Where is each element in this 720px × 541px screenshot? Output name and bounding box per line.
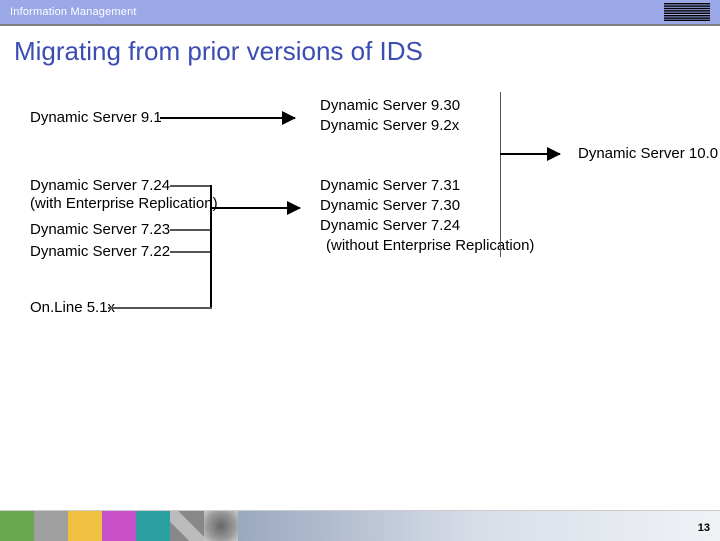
connector-left-vertical xyxy=(210,185,212,309)
migration-diagram: Dynamic Server 9.1 Dynamic Server 7.24 (… xyxy=(0,67,720,467)
stub-left-724 xyxy=(170,185,210,187)
label-mid-5: Dynamic Server 7.24 xyxy=(320,217,460,235)
arrow-leftgroup-to-mid xyxy=(210,207,300,209)
label-mid-6: (without Enterprise Replication) xyxy=(326,237,534,255)
footer-swatch-gradient xyxy=(238,511,720,541)
footer-swatch-grey1 xyxy=(34,511,68,541)
brace-mid-right xyxy=(500,92,501,257)
label-left-3: Dynamic Server 7.23 xyxy=(30,221,170,239)
footer-strip: 13 xyxy=(0,510,720,540)
ibm-logo-icon xyxy=(664,3,710,21)
label-mid-3: Dynamic Server 7.31 xyxy=(320,177,460,195)
page-number: 13 xyxy=(698,522,710,534)
footer-swatch-grey2 xyxy=(170,511,204,541)
footer-swatch-green xyxy=(0,511,34,541)
footer-swatch-yellow xyxy=(68,511,102,541)
label-left-2b: (with Enterprise Replication) xyxy=(30,195,218,213)
stub-left-722 xyxy=(170,251,210,253)
label-left-2a: Dynamic Server 7.24 xyxy=(30,177,170,195)
label-left-1: Dynamic Server 9.1 xyxy=(30,109,162,127)
label-left-4: Dynamic Server 7.22 xyxy=(30,243,170,261)
footer-swatch-teal xyxy=(136,511,170,541)
stub-left-51x xyxy=(108,307,212,309)
label-left-5: On.Line 5.1x xyxy=(30,299,115,317)
footer-swatch-swirl xyxy=(204,511,238,541)
stub-left-723 xyxy=(170,229,210,231)
label-mid-4: Dynamic Server 7.30 xyxy=(320,197,460,215)
footer-swatch-purple xyxy=(102,511,136,541)
arrow-mid-to-right xyxy=(500,153,560,155)
label-right-1: Dynamic Server 10.0 xyxy=(578,145,718,163)
ibm-logo xyxy=(664,3,710,26)
label-mid-1: Dynamic Server 9.30 xyxy=(320,97,460,115)
slide-title: Migrating from prior versions of IDS xyxy=(0,26,720,67)
arrow-left-to-mid-top xyxy=(160,117,295,119)
label-mid-2: Dynamic Server 9.2x xyxy=(320,117,459,135)
header-bar: Information Management xyxy=(0,0,720,24)
header-title: Information Management xyxy=(10,6,137,18)
